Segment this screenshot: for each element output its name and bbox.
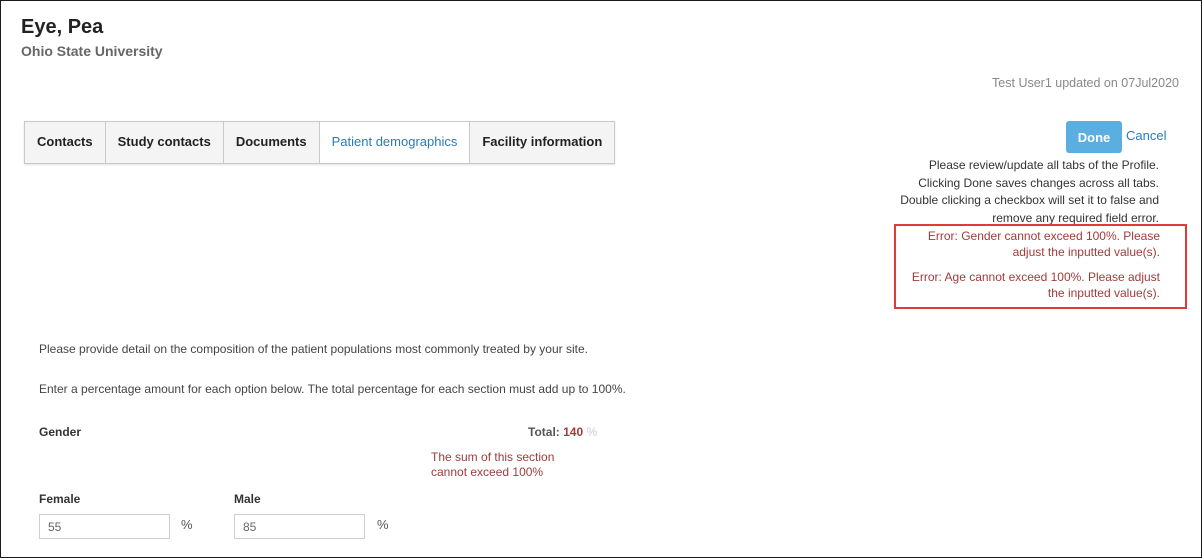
gender-section-title: Gender — [39, 425, 82, 439]
tab-facility-information[interactable]: Facility information — [470, 122, 615, 163]
male-label: Male — [234, 492, 261, 506]
gender-sum-error: The sum of this section cannot exceed 10… — [431, 450, 571, 480]
organization-name: Ohio State University — [21, 43, 163, 59]
help-line: Clicking Done saves changes across all t… — [918, 175, 1159, 190]
total-value: 140 — [563, 425, 584, 439]
tab-contacts[interactable]: Contacts — [25, 122, 106, 163]
help-text: Please review/update all tabs of the Pro… — [859, 157, 1159, 227]
percentage-instruction: Enter a percentage amount for each optio… — [39, 382, 626, 396]
error-line: Error: Gender cannot exceed 100%. Please — [927, 229, 1160, 243]
tab-patient-demographics[interactable]: Patient demographics — [319, 122, 471, 163]
sum-error-line: The sum of this section — [431, 450, 555, 464]
gender-error-message: Error: Gender cannot exceed 100%. Please… — [890, 228, 1160, 260]
female-percent-input[interactable] — [39, 514, 170, 539]
error-line: the inputted value(s). — [1047, 286, 1160, 300]
help-line: Double clicking a checkbox will set it t… — [900, 193, 1159, 207]
composition-instruction: Please provide detail on the composition… — [39, 342, 588, 356]
total-unit: % — [586, 425, 598, 439]
updated-status: Test User1 updated on 07Jul2020 — [992, 76, 1179, 90]
error-line: adjust the inputted value(s). — [1012, 245, 1160, 259]
profile-name: Eye, Pea — [21, 16, 104, 38]
profile-tabs: Contacts Study contacts Documents Patien… — [24, 121, 616, 164]
sum-error-line: cannot exceed 100% — [431, 465, 544, 479]
help-line: Please review/update all tabs of the Pro… — [928, 158, 1159, 172]
gender-total: Total: 140 % — [528, 425, 597, 439]
age-error-message: Error: Age cannot exceed 100%. Please ad… — [890, 269, 1160, 301]
total-label: Total: — [528, 425, 560, 439]
female-percent-sign: % — [181, 517, 193, 532]
page-frame: Eye, Pea Ohio State University Test User… — [0, 0, 1202, 558]
female-label: Female — [39, 492, 81, 506]
male-percent-sign: % — [377, 517, 389, 532]
tab-documents[interactable]: Documents — [223, 122, 320, 163]
cancel-link[interactable]: Cancel — [1126, 128, 1166, 143]
done-button[interactable]: Done — [1066, 121, 1122, 153]
error-line: Error: Age cannot exceed 100%. Please ad… — [911, 270, 1160, 284]
tab-study-contacts[interactable]: Study contacts — [105, 122, 224, 163]
male-percent-input[interactable] — [234, 514, 365, 539]
